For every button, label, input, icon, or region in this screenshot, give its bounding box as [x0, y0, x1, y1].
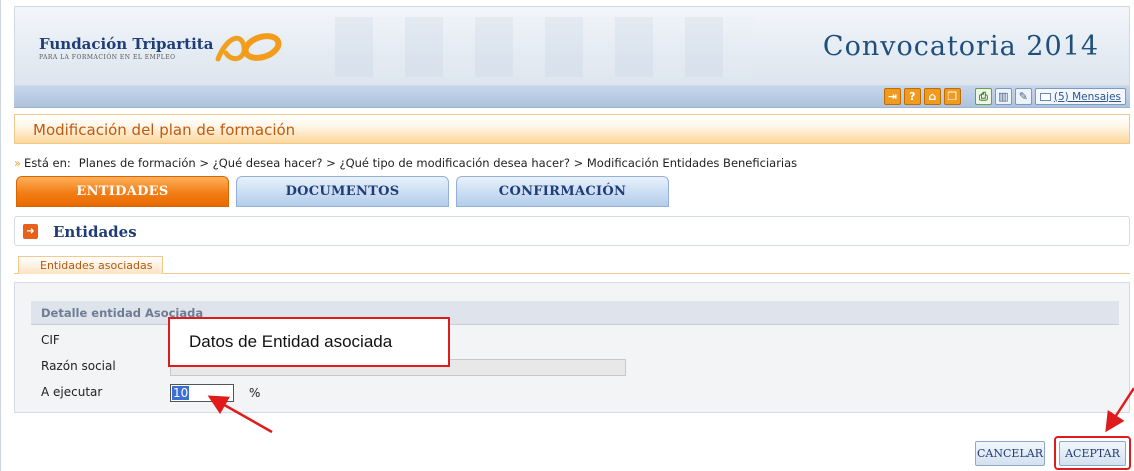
org-logo-text: Fundación Tripartita PARA LA FORMACIÓN E… [39, 35, 213, 61]
app-header: Fundación Tripartita PARA LA FORMACIÓN E… [14, 6, 1130, 86]
edit-icon[interactable]: ✎ [1014, 88, 1032, 105]
tab-entidades[interactable]: ENTIDADES [16, 176, 229, 207]
breadcrumb-arrow-icon: » [14, 156, 22, 170]
section-title: Modificación del plan de formación [33, 121, 296, 139]
subtab-divider [14, 273, 1130, 274]
entidades-header: ➜ Entidades [14, 216, 1130, 246]
tab-confirmacion[interactable]: CONFIRMACIÓN [456, 176, 669, 207]
tab-documentos[interactable]: DOCUMENTOS [236, 176, 449, 207]
org-name: Fundación Tripartita [39, 35, 214, 53]
print-icon[interactable]: ⎙ [974, 88, 992, 105]
a-ejecutar-value: 10 [172, 386, 190, 400]
org-logo-icon [215, 33, 282, 62]
breadcrumb: » Está en: Planes de formación > ¿Qué dese… [14, 156, 797, 170]
messages-label: (5) Mensajes [1053, 90, 1121, 103]
page-header-title: Convocatoria 2014 [822, 31, 1099, 62]
chart-icon[interactable]: ▥ [994, 88, 1012, 105]
cancel-button[interactable]: CANCELAR [975, 441, 1045, 466]
documents-icon[interactable]: ❐ [943, 88, 961, 105]
logout-icon[interactable]: ⇥ [883, 88, 901, 105]
entidades-title: Entidades [53, 223, 137, 241]
arrow-right-icon: ➜ [23, 224, 38, 239]
breadcrumb-path[interactable]: Planes de formación > ¿Qué desea hacer? … [79, 156, 797, 170]
section-title-bar: Modificación del plan de formación [14, 114, 1130, 144]
top-toolbar: ⇥ ? ⌂ ❐ ⎙ ▥ ✎ (5) Mensajes [14, 86, 1130, 108]
cif-label: CIF [41, 333, 60, 347]
percent-unit: % [249, 386, 261, 400]
breadcrumb-label: Está en: [24, 156, 71, 170]
a-ejecutar-input[interactable]: 10 [170, 384, 234, 402]
subtab-entidades-asociadas[interactable]: Entidades asociadas [18, 256, 163, 274]
help-icon[interactable]: ? [903, 88, 921, 105]
toolbar-icons: ⇥ ? ⌂ ❐ ⎙ ▥ ✎ (5) Mensajes [883, 88, 1126, 105]
page-left-edge [0, 0, 1, 471]
messages-link[interactable]: (5) Mensajes [1034, 88, 1126, 105]
home-icon[interactable]: ⌂ [923, 88, 941, 105]
envelope-icon [1039, 92, 1051, 101]
accept-button[interactable]: ACEPTAR [1059, 441, 1126, 466]
callout-text: Datos de Entidad asociada [189, 332, 393, 351]
org-subtitle: PARA LA FORMACIÓN EN EL EMPLEO [39, 54, 176, 61]
a-ejecutar-label: A ejecutar [41, 385, 103, 399]
annotation-callout: Datos de Entidad asociada [168, 317, 450, 367]
razon-social-label: Razón social [41, 359, 116, 373]
